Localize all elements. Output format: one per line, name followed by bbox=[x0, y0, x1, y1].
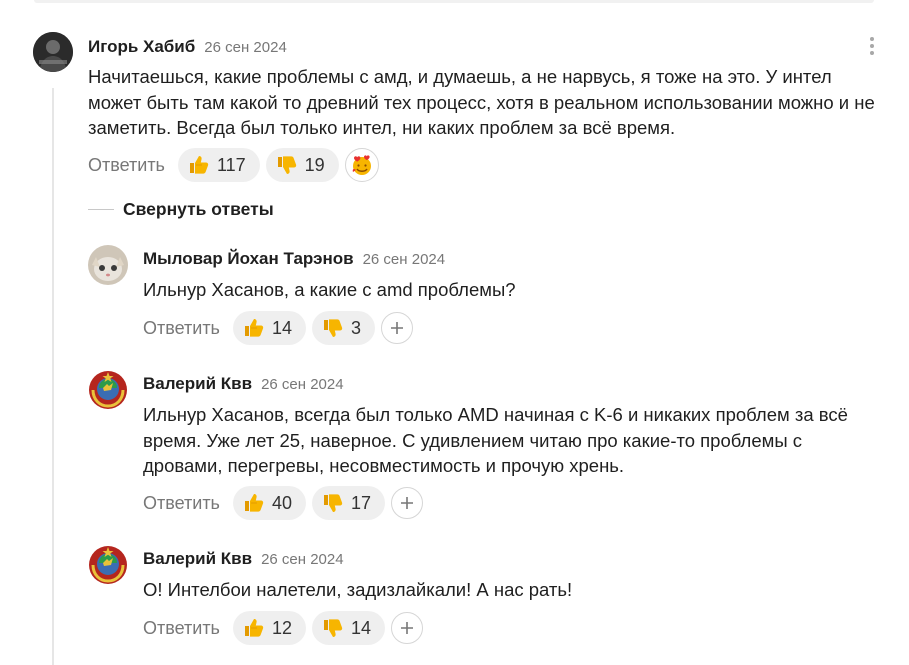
like-button[interactable]: 40 bbox=[232, 486, 306, 520]
author-name[interactable]: Игорь Хабиб bbox=[88, 37, 195, 56]
comment-text: О! Интелбои налетели, задизлайкали! А на… bbox=[143, 579, 573, 600]
dislike-button[interactable]: 3 bbox=[311, 311, 375, 345]
dislike-count: 17 bbox=[350, 492, 372, 513]
comment-date: 26 сен 2024 bbox=[204, 39, 287, 56]
avatar[interactable] bbox=[88, 370, 128, 410]
author-name[interactable]: Мыловар Йохан Тарэнов bbox=[143, 249, 354, 268]
reply-button[interactable]: Ответить bbox=[143, 618, 220, 639]
previous-card-edge bbox=[34, 0, 874, 3]
like-button[interactable]: 117 bbox=[177, 148, 260, 182]
collapse-replies-button[interactable]: Свернуть ответы bbox=[88, 199, 274, 220]
like-button[interactable]: 14 bbox=[232, 311, 306, 345]
comment-text: Начитаешься, какие проблемы с амд, и дум… bbox=[88, 66, 875, 138]
emblem-avatar-icon bbox=[88, 370, 128, 410]
comment-actions: Ответить 40 17 bbox=[143, 486, 424, 520]
comment-actions: Ответить 12 14 bbox=[143, 611, 424, 645]
author-name[interactable]: Валерий Квв bbox=[143, 549, 252, 568]
plus-icon bbox=[401, 497, 414, 509]
collapse-dash bbox=[88, 208, 114, 211]
comment-date: 26 сен 2024 bbox=[261, 551, 344, 568]
like-count: 12 bbox=[271, 617, 292, 638]
like-count: 14 bbox=[271, 317, 292, 338]
like-count: 117 bbox=[216, 154, 246, 175]
emoji-reaction-button[interactable] bbox=[344, 148, 379, 182]
dislike-button[interactable]: 14 bbox=[311, 611, 386, 645]
comment-author[interactable]: Валерий Квв 26 сен 2024 bbox=[143, 374, 344, 394]
avatar[interactable] bbox=[88, 245, 128, 285]
reply-button[interactable]: Ответить bbox=[88, 155, 165, 176]
dislike-button[interactable]: 17 bbox=[311, 486, 386, 520]
more-options-button[interactable] bbox=[864, 37, 880, 55]
add-reaction-button[interactable] bbox=[391, 612, 424, 644]
add-reaction-button[interactable] bbox=[391, 487, 424, 519]
thread-line bbox=[52, 88, 54, 665]
avatar[interactable] bbox=[88, 545, 128, 585]
thumbs-down-icon bbox=[323, 494, 343, 512]
comment-text: Ильнур Хасанов, всегда был только AMD на… bbox=[143, 404, 848, 476]
like-button[interactable]: 12 bbox=[232, 611, 306, 645]
like-count: 40 bbox=[271, 492, 292, 513]
comment-date: 26 сен 2024 bbox=[261, 376, 344, 393]
reply-button[interactable]: Ответить bbox=[143, 493, 220, 514]
comment-author[interactable]: Валерий Квв 26 сен 2024 bbox=[143, 549, 344, 569]
dislike-count: 19 bbox=[304, 154, 325, 175]
comment-author[interactable]: Мыловар Йохан Тарэнов 26 сен 2024 bbox=[143, 249, 445, 269]
comment-date: 26 сен 2024 bbox=[362, 251, 446, 268]
comment-actions: Ответить 14 3 bbox=[143, 311, 413, 345]
comment-actions: Ответить 117 19 bbox=[88, 148, 379, 182]
avatar[interactable] bbox=[33, 32, 73, 72]
dislike-button[interactable]: 19 bbox=[265, 148, 339, 182]
reply-button[interactable]: Ответить bbox=[143, 318, 220, 339]
thumbs-down-icon bbox=[277, 156, 296, 174]
thumbs-up-icon bbox=[244, 318, 264, 338]
collapse-label: Свернуть ответы bbox=[123, 199, 274, 219]
thumbs-down-icon bbox=[323, 319, 343, 337]
plus-icon bbox=[391, 322, 403, 334]
dislike-count: 3 bbox=[350, 317, 361, 338]
author-name[interactable]: Валерий Квв bbox=[143, 374, 252, 393]
add-reaction-button[interactable] bbox=[381, 312, 413, 344]
thumbs-up-icon bbox=[189, 155, 209, 175]
comment-text: Ильнур Хасанов, а какие с amd проблемы? bbox=[143, 279, 516, 300]
thumbs-up-icon bbox=[244, 618, 264, 638]
plus-icon bbox=[401, 622, 414, 634]
thumbs-up-icon bbox=[244, 493, 264, 513]
dislike-count: 14 bbox=[350, 617, 372, 638]
emblem-avatar-icon bbox=[88, 545, 128, 585]
comment-author[interactable]: Игорь Хабиб 26 сен 2024 bbox=[88, 37, 287, 57]
thumbs-down-icon bbox=[323, 619, 343, 637]
heart-face-emoji-icon bbox=[352, 155, 371, 175]
more-vertical-icon bbox=[870, 37, 874, 41]
